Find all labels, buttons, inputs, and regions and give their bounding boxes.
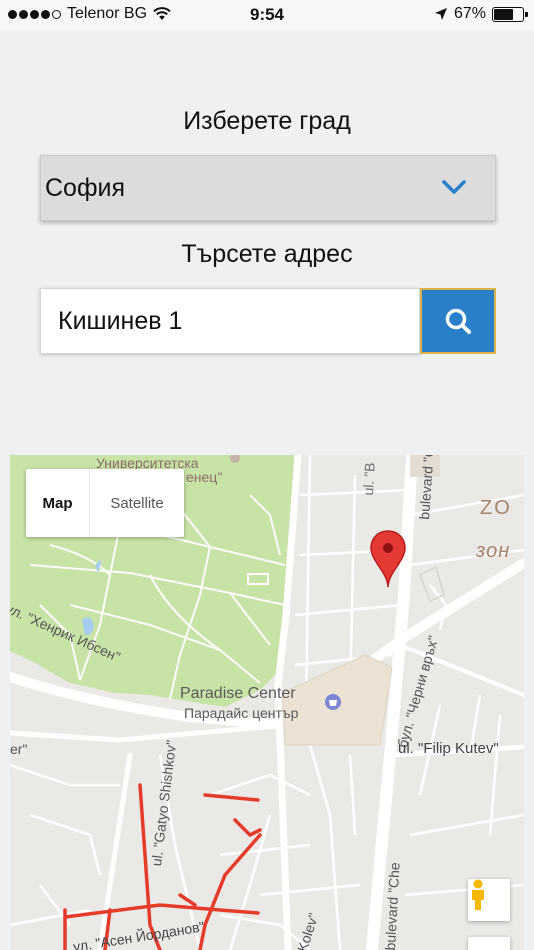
map-type-control: Map Satellite [26,469,184,537]
address-search-row: Кишинев 1 [40,288,496,354]
city-label: Изберете град [183,107,351,135]
search-button[interactable] [420,288,496,354]
location-arrow-icon [434,8,447,20]
map-view[interactable]: Университетска енец" ul. "В bulevard "Ch… [10,455,524,950]
chevron-down-icon [442,180,466,194]
map-type-map-button[interactable]: Map [26,469,90,537]
status-bar: Telenor BG 9:54 67% [0,0,534,30]
label-filip-kutev: ul. "Filip Kutev" [398,740,499,757]
label-paradise-center: Paradise Center [180,685,296,702]
label-ul-top: ul. "В [360,462,378,496]
label-university-2: енец" [186,469,223,485]
label-zone: ZO [480,497,512,519]
city-select[interactable]: София [40,155,496,221]
label-zone-cyrillic: зон [476,540,511,562]
building-outline [419,565,445,602]
search-icon [445,308,471,334]
street-view-button[interactable] [468,879,510,921]
label-paradise-center-bg: Парадайс център [184,705,299,721]
battery-icon [492,6,528,22]
zoom-control[interactable] [468,937,510,950]
city-select-value: София [45,173,126,202]
status-right: 67% [434,5,528,23]
shopping-bag-icon [325,694,341,710]
battery-fill [494,8,513,20]
battery-percent: 67% [453,5,486,22]
address-input[interactable]: Кишинев 1 [40,288,420,354]
screen: Telenor BG 9:54 67% Изберете град София … [0,0,534,950]
poi-university-icon [230,455,240,463]
address-label: Търсете адрес [181,240,353,268]
location-pin-icon[interactable] [369,529,407,589]
pegman-icon [472,879,484,910]
label-left-fragment: er" [10,741,28,757]
address-input-value: Кишинев 1 [58,306,183,335]
map-type-satellite-button[interactable]: Satellite [90,469,184,537]
